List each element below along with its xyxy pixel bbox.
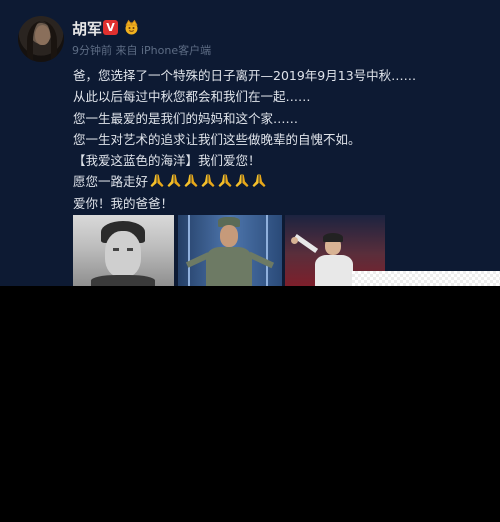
empty-area <box>0 286 500 522</box>
image-watermark-overlay <box>352 271 500 286</box>
post-line: 您一生最爱的是我们的妈妈和这个家…… <box>73 110 299 126</box>
praying-hands-icon <box>167 174 181 188</box>
praying-hands-icon <box>184 174 198 188</box>
praying-hands-icon <box>218 174 232 188</box>
post-line: 爸，您选择了一个特殊的日子离开—2019年9月13号中秋…… <box>73 68 417 83</box>
username[interactable]: 胡军 <box>72 18 102 39</box>
praying-hands-icon <box>150 174 164 188</box>
pray-emoji-row <box>148 174 267 189</box>
post-line: 【我爱这蓝色的海洋】我们爱您！ <box>73 153 261 169</box>
avatar-face <box>35 25 50 45</box>
post-content: 爸，您选择了一个特殊的日子离开—2019年9月13号中秋…… 从此以后每过中秋您… <box>73 65 493 214</box>
praying-hands-icon <box>252 174 266 188</box>
portrait-photo[interactable] <box>73 215 174 286</box>
post-line-text: 愿您一路走好 <box>73 174 149 190</box>
avatar[interactable] <box>18 16 64 62</box>
post-meta: 9分钟前 来自 iPhone客户端 <box>72 44 212 57</box>
post-line: 从此以后每过中秋您都会和我们在一起…… <box>73 89 311 105</box>
praying-hands-icon <box>201 174 215 188</box>
post-line: 您一生对艺术的追求让我们这些做晚辈的自愧不如。 <box>73 131 361 147</box>
crown-icon <box>125 19 138 35</box>
verified-icon: V <box>103 20 118 35</box>
stage-photo-uniform[interactable] <box>178 215 282 286</box>
weibo-post: 胡军 V 9分钟前 来自 iPhone客户端 爸，您选择了一个特殊的日子离开—2… <box>0 0 500 286</box>
post-line-pray: 愿您一路走好 <box>73 171 493 192</box>
praying-hands-icon <box>235 174 249 188</box>
post-line: 爱你！我的爸爸！ <box>73 195 174 211</box>
